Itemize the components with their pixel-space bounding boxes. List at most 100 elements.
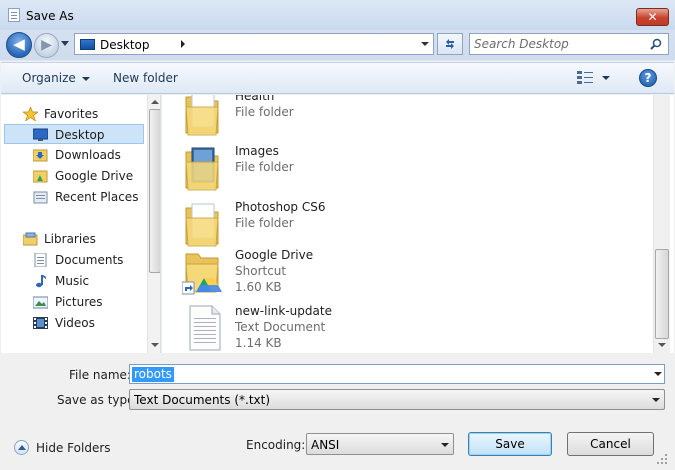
address-bar[interactable]: Desktop	[74, 33, 434, 55]
sidebar-item-label: Videos	[55, 316, 95, 330]
search-input[interactable]	[474, 36, 644, 52]
desktop-icon	[80, 39, 95, 50]
file-name: Images	[235, 144, 279, 158]
sidebar-item-label: Documents	[55, 253, 124, 267]
sidebar-item-pictures[interactable]: Pictures	[1, 292, 146, 312]
scrollbar-thumb[interactable]	[655, 249, 669, 339]
file-size: 1.14 KB	[235, 336, 282, 350]
sidebar-item-label: Recent Places	[55, 190, 139, 204]
star-icon	[23, 107, 38, 121]
recent-locations-dropdown-icon[interactable]	[61, 41, 69, 46]
change-view-icon[interactable]	[577, 71, 593, 85]
file-size: 1.60 KB	[235, 280, 282, 294]
file-type: File folder	[235, 216, 294, 230]
sidebar-item-label: Pictures	[55, 295, 103, 309]
chevron-down-icon	[441, 443, 449, 447]
sidebar-item-videos[interactable]: Videos	[1, 313, 146, 333]
view-options-dropdown-icon[interactable]	[602, 76, 610, 80]
list-item[interactable]: Health File folder	[182, 95, 652, 145]
folder-icon	[185, 147, 219, 191]
command-toolbar: Organize New folder ?	[1, 62, 674, 94]
help-icon[interactable]: ?	[639, 69, 657, 87]
file-name: new-link-update	[235, 304, 332, 318]
save-button[interactable]: Save	[468, 432, 552, 456]
back-button[interactable]: ◀	[6, 32, 32, 58]
window-title: Save As	[26, 9, 74, 23]
chevron-up-icon	[14, 440, 29, 455]
save-as-type-value: Text Documents (*.txt)	[134, 393, 271, 407]
list-item[interactable]: Google Drive Shortcut 1.60 KB	[182, 248, 652, 304]
pictures-icon	[33, 296, 48, 309]
encoding-select[interactable]: ANSI	[306, 433, 454, 455]
refresh-button[interactable]	[437, 33, 463, 55]
music-icon	[36, 275, 46, 288]
address-location[interactable]: Desktop	[100, 38, 150, 52]
forward-button[interactable]: ▶	[34, 33, 59, 58]
google-drive-folder-icon	[33, 170, 48, 183]
file-type: Text Document	[235, 320, 326, 334]
downloads-folder-icon	[33, 149, 48, 162]
scroll-up-icon[interactable]	[151, 100, 159, 104]
sidebar-item-label: Google Drive	[55, 169, 134, 183]
sidebar-item-music[interactable]: Music	[1, 271, 146, 291]
sidebar-item-google-drive[interactable]: Google Drive	[1, 166, 146, 186]
title-bar: Save As ✕	[0, 0, 675, 30]
videos-icon	[33, 317, 48, 329]
sidebar-item-downloads[interactable]: Downloads	[1, 145, 146, 165]
encoding-value: ANSI	[311, 438, 340, 452]
google-drive-shortcut-icon	[182, 253, 222, 295]
breadcrumb-arrow-icon[interactable]	[181, 40, 185, 48]
navigation-scrollbar[interactable]	[147, 95, 160, 353]
file-type: Shortcut	[235, 264, 287, 278]
file-name-label: File name:	[69, 368, 131, 382]
text-document-icon	[189, 305, 221, 351]
sidebar-item-documents[interactable]: Documents	[1, 250, 146, 270]
sidebar-item-label: Music	[55, 274, 90, 288]
sidebar-item-label: Desktop	[55, 128, 105, 142]
search-icon[interactable]	[650, 38, 662, 50]
folder-icon	[185, 203, 219, 247]
cancel-button[interactable]: Cancel	[567, 432, 654, 456]
sidebar-item-favorites[interactable]: Favorites	[1, 104, 146, 124]
scroll-down-icon[interactable]	[151, 343, 159, 347]
chevron-down-icon[interactable]	[654, 372, 662, 376]
scrollbar-thumb[interactable]	[149, 109, 160, 273]
sidebar-item-desktop[interactable]: Desktop	[4, 124, 144, 144]
resize-grip-icon[interactable]	[655, 452, 669, 466]
desktop-icon	[33, 128, 48, 141]
navigation-pane: Favorites Desktop Downloads Google Drive	[1, 95, 161, 353]
search-box[interactable]	[469, 33, 669, 55]
sidebar-item-recent-places[interactable]: Recent Places	[1, 187, 146, 207]
sidebar-item-label: Favorites	[44, 107, 99, 121]
refresh-icon	[446, 39, 454, 49]
hide-folders-label: Hide Folders	[36, 441, 111, 455]
scroll-down-icon[interactable]	[658, 343, 666, 347]
file-name: Google Drive	[235, 248, 314, 262]
chevron-down-icon	[652, 398, 660, 402]
file-type: File folder	[235, 160, 294, 174]
save-as-type-select[interactable]: Text Documents (*.txt)	[129, 389, 665, 410]
file-name: Photoshop CS6	[235, 200, 326, 214]
file-name: Health	[235, 95, 275, 103]
list-item[interactable]: Images File folder	[182, 144, 652, 200]
sidebar-item-label: Libraries	[44, 232, 96, 246]
notepad-icon	[8, 8, 20, 22]
documents-icon	[34, 253, 47, 267]
file-name-field[interactable]: robots	[129, 364, 665, 384]
sidebar-item-libraries[interactable]: Libraries	[1, 229, 146, 249]
save-as-type-label: Save as type:	[57, 393, 139, 407]
file-name-value[interactable]: robots	[132, 367, 174, 382]
recent-places-icon	[33, 191, 48, 204]
list-item[interactable]: new-link-update Text Document 1.14 KB	[182, 304, 652, 353]
new-folder-button[interactable]: New folder	[113, 71, 178, 85]
folder-icon	[185, 95, 219, 136]
address-dropdown-icon[interactable]	[421, 42, 429, 46]
save-as-dialog: Save As ✕ ◀ ▶ Desktop Organize New folde…	[0, 0, 675, 470]
file-list: Health File folder Images File folder Ph…	[162, 95, 674, 353]
file-list-scrollbar[interactable]	[653, 95, 670, 353]
libraries-icon	[23, 232, 38, 246]
close-button[interactable]: ✕	[636, 8, 669, 26]
organize-menu[interactable]: Organize	[22, 71, 90, 85]
sidebar-item-label: Downloads	[55, 148, 121, 162]
organize-label: Organize	[22, 71, 76, 85]
